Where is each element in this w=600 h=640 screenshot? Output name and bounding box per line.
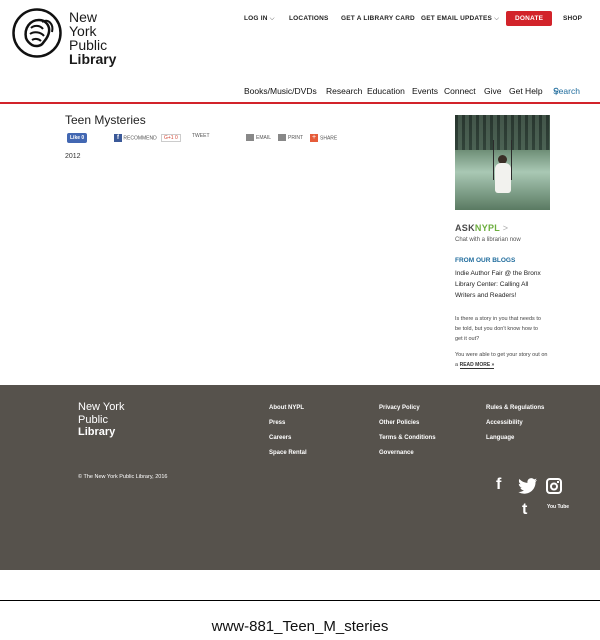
read-more-link[interactable]: READ MORE » bbox=[459, 362, 495, 369]
footer-link-accessibility[interactable]: Accessibility bbox=[486, 416, 544, 431]
page-caption: www-881_Teen_M_steries bbox=[211, 618, 389, 635]
share-label: SHARE bbox=[320, 135, 338, 142]
twitter-icon[interactable] bbox=[518, 478, 538, 494]
book-cover-image[interactable] bbox=[455, 115, 550, 210]
google-plus-button[interactable]: G+1 0 bbox=[161, 134, 181, 142]
site-footer: New York Public Library About NYPL Press… bbox=[0, 385, 600, 570]
logo-line-1: New York bbox=[69, 9, 98, 39]
donate-button[interactable]: DONATE bbox=[506, 11, 553, 26]
chevron-right-icon: > bbox=[502, 223, 509, 233]
footer-link-about[interactable]: About NYPL bbox=[269, 401, 307, 416]
ask-nypl-label: NYPL bbox=[474, 223, 500, 233]
tweet-button[interactable]: TWEET bbox=[192, 133, 210, 139]
footer-link-rules[interactable]: Rules & Regulations bbox=[486, 401, 544, 416]
email-label: EMAIL bbox=[256, 134, 272, 141]
print-icon bbox=[278, 134, 286, 141]
instagram-icon[interactable] bbox=[546, 478, 562, 494]
footer-link-space-rental[interactable]: Space Rental bbox=[269, 446, 307, 461]
footer-column-1: About NYPL Press Careers Space Rental bbox=[269, 401, 307, 461]
lion-logo-icon bbox=[12, 8, 62, 58]
nav-give[interactable]: Give bbox=[484, 86, 501, 96]
footer-logo-line-1: New York bbox=[78, 401, 125, 413]
footer-column-3: Rules & Regulations Accessibility Langua… bbox=[486, 401, 544, 446]
nav-events[interactable]: Events bbox=[412, 86, 438, 96]
footer-column-2: Privacy Policy Other Policies Terms & Co… bbox=[379, 401, 436, 461]
blog-excerpt-2: You were able to get your story out on a… bbox=[455, 350, 550, 370]
blog-post-title[interactable]: Indie Author Fair @ the Bronx Library Ce… bbox=[455, 268, 545, 301]
ask-label: ASK bbox=[455, 223, 475, 233]
nav-connect[interactable]: Connect bbox=[444, 86, 476, 96]
recommend-button[interactable]: f RECOMMEND bbox=[114, 134, 157, 142]
nav-education[interactable]: Education bbox=[367, 86, 405, 96]
footer-link-language[interactable]: Language bbox=[486, 431, 544, 446]
divider-line bbox=[0, 600, 600, 601]
publication-year: 2012 bbox=[65, 153, 81, 160]
logo-line-2: Public bbox=[69, 37, 108, 53]
footer-logo[interactable]: New York Public Library bbox=[78, 401, 124, 439]
shop-link[interactable]: SHOP bbox=[563, 15, 582, 22]
header-divider bbox=[0, 102, 600, 104]
print-label: PRINT bbox=[288, 134, 303, 141]
email-button[interactable]: EMAIL bbox=[246, 134, 271, 141]
nav-get-help[interactable]: Get Help bbox=[509, 86, 543, 96]
nypl-logo[interactable]: New York Public Library bbox=[12, 8, 116, 66]
footer-logo-line-3: Library bbox=[78, 426, 116, 438]
library-card-link[interactable]: GET A LIBRARY CARD bbox=[341, 15, 415, 22]
footer-link-terms[interactable]: Terms & Conditions bbox=[379, 431, 436, 446]
share-plus-icon: + bbox=[310, 134, 318, 142]
copyright-text: © The New York Public Library, 2016 bbox=[78, 474, 168, 480]
chat-librarian-link[interactable]: Chat with a librarian now bbox=[455, 237, 521, 243]
footer-logo-line-2: Public bbox=[78, 413, 108, 426]
footer-link-privacy[interactable]: Privacy Policy bbox=[379, 401, 436, 416]
share-button[interactable]: + SHARE bbox=[310, 134, 337, 142]
girl-on-swing bbox=[495, 163, 511, 193]
tumblr-icon[interactable]: t bbox=[522, 501, 527, 519]
blog-excerpt-1: Is there a story in you that needs to be… bbox=[455, 316, 541, 342]
search-icon: ⚲ bbox=[553, 86, 560, 96]
page-title: Teen Mysteries bbox=[65, 113, 146, 127]
facebook-like-button[interactable]: Like 0 bbox=[67, 133, 88, 143]
facebook-icon[interactable]: f bbox=[496, 476, 501, 494]
logo-line-3: Library bbox=[69, 51, 117, 67]
chevron-down-icon: ⌵ bbox=[269, 15, 275, 22]
nav-books-music-dvds[interactable]: Books/Music/DVDs bbox=[244, 86, 317, 96]
locations-link[interactable]: LOCATIONS bbox=[289, 15, 329, 22]
login-link[interactable]: LOG IN ⌵ bbox=[244, 15, 275, 23]
email-icon bbox=[246, 134, 254, 141]
login-label: LOG IN bbox=[244, 15, 268, 22]
footer-link-governance[interactable]: Governance bbox=[379, 446, 436, 461]
footer-link-careers[interactable]: Careers bbox=[269, 431, 307, 446]
swing-rope-left bbox=[493, 140, 494, 180]
ask-nypl-link[interactable]: ASKNYPL > bbox=[455, 223, 508, 233]
email-updates-link[interactable]: GET EMAIL UPDATES ⌵ bbox=[421, 15, 499, 23]
swing-rope-right bbox=[511, 140, 512, 180]
logo-wordmark: New York Public Library bbox=[69, 10, 116, 66]
chevron-down-icon: ⌵ bbox=[494, 15, 500, 22]
footer-link-press[interactable]: Press bbox=[269, 416, 307, 431]
site-header: New York Public Library LOG IN ⌵ LOCATIO… bbox=[0, 0, 600, 105]
nav-research[interactable]: Research bbox=[326, 86, 362, 96]
youtube-icon[interactable]: You Tube bbox=[547, 504, 569, 510]
cover-trees bbox=[455, 115, 550, 150]
facebook-icon: f bbox=[114, 134, 122, 142]
email-updates-label: GET EMAIL UPDATES bbox=[421, 15, 493, 22]
blogs-heading: FROM OUR BLOGS bbox=[455, 257, 516, 264]
recommend-label: RECOMMEND bbox=[123, 135, 157, 142]
print-button[interactable]: PRINT bbox=[278, 134, 303, 141]
footer-link-other-policies[interactable]: Other Policies bbox=[379, 416, 436, 431]
